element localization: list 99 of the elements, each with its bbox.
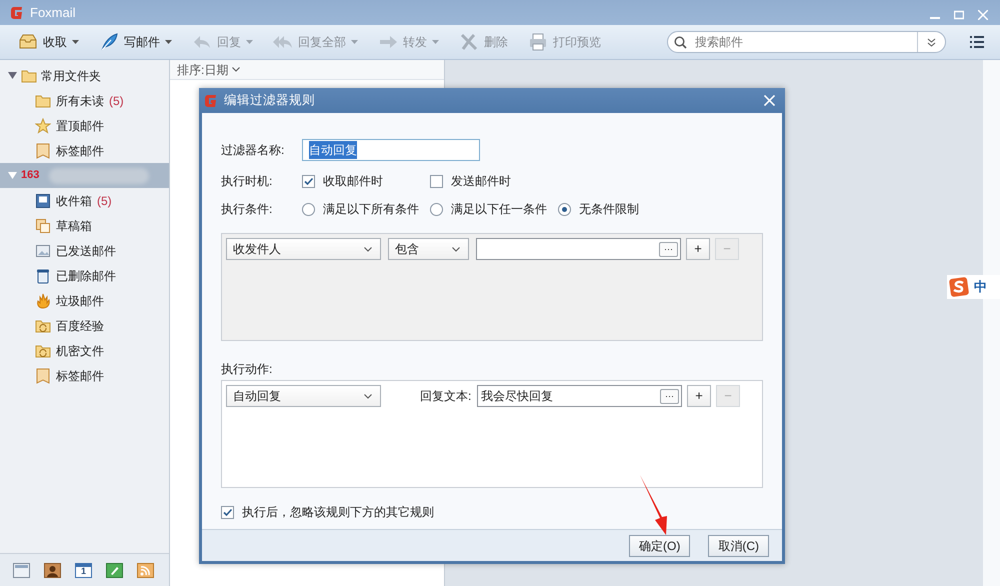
menu-icon[interactable] xyxy=(970,36,984,48)
contact-card-icon[interactable] xyxy=(44,562,61,578)
dialog-title: 编辑过滤器规则 xyxy=(224,92,315,110)
radio-icon[interactable] xyxy=(558,202,571,216)
feather-icon xyxy=(99,32,119,52)
field-label: 过滤器名称: xyxy=(221,142,286,159)
unread-count: (5) xyxy=(97,192,112,210)
search-icon xyxy=(674,36,687,48)
checkbox-icon[interactable] xyxy=(430,174,443,188)
folder-icon xyxy=(21,68,37,84)
folder-item[interactable]: 已发送邮件 xyxy=(0,238,169,263)
folder-item[interactable]: 百度经验 xyxy=(0,313,169,338)
maximize-button[interactable] xyxy=(954,10,964,20)
delete-icon xyxy=(459,32,479,52)
folder-label: 所有未读 xyxy=(56,92,104,110)
trash-can-icon xyxy=(35,268,51,284)
checkbox[interactable]: 执行后，忽略该规则下方的其它规则 xyxy=(221,501,434,523)
chevron-down-icon xyxy=(364,394,372,398)
app-logo-icon xyxy=(10,5,24,20)
checkbox[interactable]: 发送邮件时 xyxy=(430,172,558,190)
folder-label: 标签邮件 xyxy=(56,142,104,160)
flame-icon xyxy=(35,292,51,308)
close-icon[interactable] xyxy=(764,95,775,106)
unread-count: (5) xyxy=(109,92,124,110)
field-label: 执行条件: xyxy=(221,201,274,218)
folder-item[interactable]: 垃圾邮件 xyxy=(0,288,169,313)
folder-item[interactable]: 收件箱 (5) xyxy=(0,188,169,213)
add-button[interactable]: + xyxy=(686,238,710,260)
field-label: 执行动作: xyxy=(221,361,272,378)
radio-button[interactable]: 无条件限制 xyxy=(558,200,686,218)
folder-label: 收件箱 xyxy=(56,192,92,210)
radio-button[interactable]: 满足以下所有条件 xyxy=(302,200,430,218)
ok-button[interactable]: 确定(O) xyxy=(629,534,690,556)
folder-item[interactable]: 所有未读 (5) xyxy=(0,88,169,113)
group-label: 常用文件夹 xyxy=(41,68,101,84)
folder-label: 百度经验 xyxy=(56,318,104,334)
bookmark-icon xyxy=(35,368,51,384)
radio-button[interactable]: 满足以下任一条件 xyxy=(430,200,558,218)
name-field[interactable]: 自动回复 xyxy=(302,139,480,161)
folder-label: 标签邮件 xyxy=(56,368,104,384)
search-box[interactable]: 搜索邮件 xyxy=(667,31,946,53)
rss-icon[interactable] xyxy=(137,562,154,578)
folder-label: 机密文件 xyxy=(56,342,104,360)
folder-item[interactable]: 机密文件 xyxy=(0,338,169,363)
window-title: Foxmail xyxy=(30,4,76,22)
chevron-down-icon xyxy=(452,246,460,252)
text-field[interactable]: ··· xyxy=(476,238,681,260)
picture-frame-icon xyxy=(35,242,51,258)
expand-icon[interactable] xyxy=(927,38,936,46)
mail-icon[interactable] xyxy=(13,562,30,578)
calendar-icon[interactable]: 1 xyxy=(75,562,92,578)
text-field[interactable]: 我会尽快回复 ··· xyxy=(477,385,682,407)
folder-label: 草稿箱 xyxy=(56,218,92,234)
more-button[interactable]: ··· xyxy=(660,388,679,404)
app-logo-icon xyxy=(204,93,218,108)
star-icon xyxy=(35,118,51,134)
radio-icon[interactable] xyxy=(302,202,315,216)
folder-icon xyxy=(35,92,51,108)
dropdown[interactable]: 收发件人 xyxy=(226,238,381,260)
input-method-widget[interactable]: 中 xyxy=(947,275,1000,299)
folder-label: 置顶邮件 xyxy=(56,118,104,134)
inbox-icon xyxy=(35,192,51,208)
sync-folder-icon xyxy=(35,342,51,358)
bookmark-icon xyxy=(35,142,51,158)
folder-item[interactable]: 置顶邮件 xyxy=(0,113,169,138)
toolbar-button[interactable]: 收取 xyxy=(10,29,87,55)
dropdown[interactable]: 自动回复 xyxy=(226,385,381,407)
field-label: 执行时机: xyxy=(221,173,274,190)
add-button[interactable]: + xyxy=(687,385,711,407)
toolbar-button[interactable]: 写邮件 xyxy=(91,29,180,55)
cancel-button[interactable]: 取消(C) xyxy=(708,534,769,556)
checkbox-icon[interactable] xyxy=(221,506,234,518)
folder-label: 已发送邮件 xyxy=(56,242,116,260)
collapse-triangle-icon[interactable] xyxy=(8,71,17,80)
checkbox[interactable]: 收取邮件时 xyxy=(302,172,430,190)
folder-item[interactable]: 草稿箱 xyxy=(0,213,169,238)
close-button[interactable] xyxy=(978,10,988,20)
sync-folder-icon xyxy=(35,318,51,334)
check-icon xyxy=(303,176,314,186)
checkbox-icon[interactable] xyxy=(302,174,315,188)
radio-icon[interactable] xyxy=(430,202,443,216)
folder-item[interactable]: 标签邮件 xyxy=(0,138,169,163)
ime-logo-icon xyxy=(948,276,970,298)
field-label: 回复文本: xyxy=(420,388,472,405)
folder-item[interactable]: 已删除邮件 xyxy=(0,263,169,288)
sort-label[interactable]: 排序:日期 xyxy=(177,60,228,78)
folder-item[interactable]: 标签邮件 xyxy=(0,363,169,388)
folder-label: 已删除邮件 xyxy=(56,268,116,284)
dropdown[interactable]: 包含 xyxy=(388,238,469,260)
folder-group[interactable]: 常用文件夹 xyxy=(0,63,169,88)
chevron-down-icon[interactable] xyxy=(232,67,240,72)
draft-icon xyxy=(35,218,51,234)
account-label: 163 xyxy=(21,168,40,184)
more-button[interactable]: ··· xyxy=(659,242,678,256)
chevron-down-icon xyxy=(364,246,372,252)
check-icon xyxy=(222,506,233,518)
pencil-note-icon[interactable] xyxy=(106,562,123,578)
folder-label: 垃圾邮件 xyxy=(56,292,104,310)
printer-icon xyxy=(528,32,548,52)
